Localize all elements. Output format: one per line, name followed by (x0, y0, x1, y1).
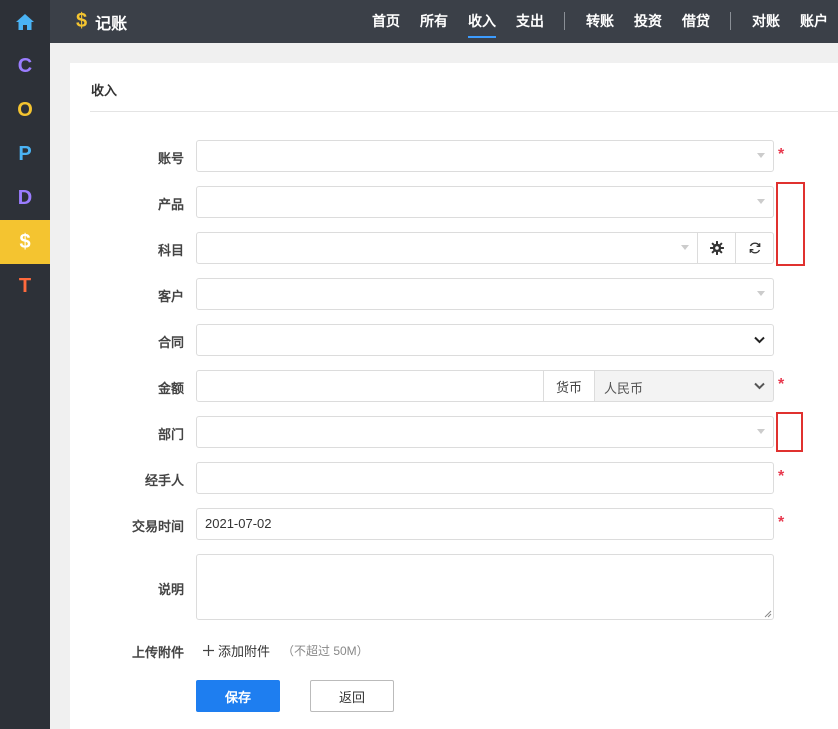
divider (90, 111, 838, 112)
t-icon: T (18, 274, 32, 297)
subject-select[interactable] (196, 232, 698, 264)
currency-addon: 货币 (543, 370, 595, 402)
income-form-card: 收入 账号 * 产品 科目 客户 合同 金额 货币 人民币 * 部门 经手人 *… (70, 63, 838, 729)
nav-income[interactable]: 收入 (468, 0, 496, 43)
description-textarea[interactable] (196, 554, 774, 620)
top-navbar: $ 记账 首页 所有 收入 支出 转账 投资 借贷 对账 账户 (50, 0, 838, 43)
department-label: 部门 (157, 427, 184, 442)
save-button[interactable]: 保存 (196, 680, 280, 712)
resize-handle-icon[interactable] (763, 609, 772, 618)
home-icon (16, 14, 34, 30)
card-title: 收入 (91, 83, 118, 98)
chevron-down-icon (681, 245, 689, 250)
required-mark: * (778, 146, 785, 163)
add-attachment-label: 添加附件 (218, 643, 271, 659)
plus-icon (203, 644, 214, 656)
highlight-box (776, 412, 803, 452)
subject-settings-button[interactable] (697, 232, 736, 264)
attachment-label: 上传附件 (131, 645, 184, 660)
brand[interactable]: $ 记账 (76, 0, 127, 43)
required-mark: * (778, 376, 785, 393)
dollar-icon: $ (76, 10, 88, 32)
trade-time-value: 2021-07-02 (205, 516, 272, 531)
product-label: 产品 (157, 197, 184, 212)
customer-label: 客户 (157, 289, 184, 304)
subject-refresh-button[interactable] (735, 232, 774, 264)
nav-reconcile[interactable]: 对账 (752, 0, 780, 43)
back-button[interactable]: 返回 (310, 680, 394, 712)
left-rail: C O P D $ T (0, 0, 50, 729)
account-select[interactable] (196, 140, 774, 172)
add-attachment-button[interactable]: 添加附件 (203, 641, 270, 659)
description-label: 说明 (157, 582, 184, 597)
highlight-box (776, 182, 805, 266)
currency-select[interactable]: 人民币 (594, 370, 774, 402)
dollar-icon: $ (19, 230, 31, 253)
gear-icon (709, 241, 724, 255)
nav-separator (564, 12, 565, 30)
chevron-down-icon (754, 382, 765, 390)
nav-separator (730, 12, 731, 30)
required-mark: * (778, 468, 785, 485)
rail-d[interactable]: D (0, 176, 50, 220)
chevron-down-icon (757, 429, 765, 434)
nav-expense[interactable]: 支出 (516, 0, 544, 43)
nav-loan[interactable]: 借贷 (682, 0, 710, 43)
chevron-down-icon (754, 336, 765, 344)
app-title: 记账 (95, 15, 128, 33)
rail-t[interactable]: T (0, 264, 50, 308)
chevron-down-icon (757, 153, 765, 158)
nav-account[interactable]: 账户 (800, 0, 828, 43)
handler-label: 经手人 (144, 473, 184, 488)
o-icon: O (17, 98, 33, 121)
required-mark: * (778, 514, 785, 531)
attachment-limit-note: （不超过 50M） (282, 644, 369, 658)
refresh-icon (749, 242, 760, 254)
rail-p[interactable]: P (0, 132, 50, 176)
rail-c[interactable]: C (0, 44, 50, 88)
product-select[interactable] (196, 186, 774, 218)
contract-select[interactable] (196, 324, 774, 356)
nav-home[interactable]: 首页 (372, 0, 400, 43)
rail-home[interactable] (0, 0, 50, 44)
handler-input[interactable] (196, 462, 774, 494)
nav-all[interactable]: 所有 (420, 0, 448, 43)
c-icon: C (17, 54, 33, 77)
trade-time-input[interactable]: 2021-07-02 (196, 508, 774, 540)
nav-invest[interactable]: 投资 (634, 0, 662, 43)
department-select[interactable] (196, 416, 774, 448)
account-label: 账号 (157, 151, 184, 166)
subject-label: 科目 (157, 243, 184, 258)
rail-o[interactable]: O (0, 88, 50, 132)
chevron-down-icon (757, 291, 765, 296)
amount-label: 金额 (157, 381, 184, 396)
p-icon: P (18, 142, 32, 165)
contract-label: 合同 (157, 335, 184, 350)
trade-time-label: 交易时间 (131, 519, 184, 534)
customer-select[interactable] (196, 278, 774, 310)
chevron-down-icon (757, 199, 765, 204)
nav-transfer[interactable]: 转账 (586, 0, 614, 43)
currency-value: 人民币 (604, 381, 644, 396)
amount-input[interactable] (196, 370, 544, 402)
d-icon: D (17, 186, 33, 209)
rail-dollar[interactable]: $ (0, 220, 50, 264)
